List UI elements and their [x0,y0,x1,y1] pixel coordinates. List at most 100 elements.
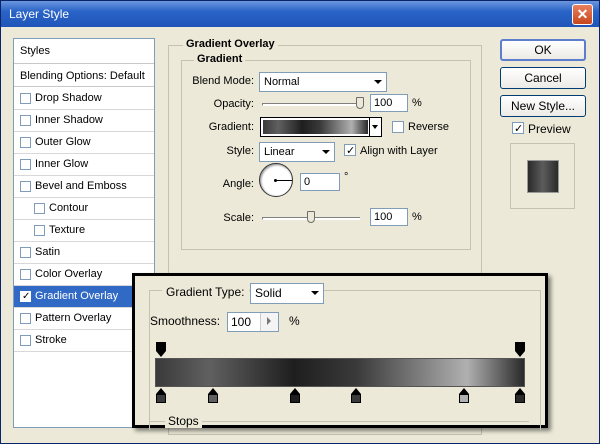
scale-label: Scale: [223,212,254,224]
blending-options-item[interactable]: Blending Options: Default [14,65,154,87]
color-stop-marker[interactable] [514,388,525,403]
color-stop-marker[interactable] [458,388,469,403]
align-with-layer-label: Align with Layer [360,145,438,157]
style-item-label: Texture [49,224,86,236]
style-item-label: Inner Shadow [35,114,103,126]
chevron-right-icon [267,317,271,325]
angle-label: Angle: [222,178,254,190]
opacity-stop-marker[interactable] [155,342,166,357]
gradient-subgroup: Gradient Blend Mode: Normal Opacity: 100… [181,53,471,250]
close-icon: ✕ [576,6,589,22]
opacity-input[interactable]: 100 [370,94,408,112]
gradient-bar[interactable] [155,358,525,387]
style-item-checkbox[interactable]: ✓ [20,291,31,302]
gradient-label: Gradient: [208,121,254,133]
style-item-checkbox[interactable] [20,335,31,346]
opacity-label: Opacity: [213,98,254,110]
style-select[interactable]: Linear [259,142,335,162]
style-item-label: Contour [49,202,89,214]
preview-checkbox[interactable]: ✓ [512,122,524,135]
stops-divider [149,421,529,422]
style-value: Linear [264,146,295,158]
blend-mode-value: Normal [264,76,300,88]
style-item-contour[interactable]: Contour [14,198,154,220]
style-item-checkbox[interactable] [20,115,31,126]
style-item-label: Bevel and Emboss [35,180,127,192]
reverse-label: Reverse [408,121,449,133]
style-item-label: Inner Glow [35,158,89,170]
angle-unit: ° [344,171,349,183]
smoothness-input[interactable]: 100 [227,312,279,332]
scale-unit: % [412,211,422,223]
scale-slider-thumb[interactable] [307,211,315,223]
style-item-inner-glow[interactable]: Inner Glow [14,154,154,176]
style-item-label: Pattern Overlay [35,312,112,324]
cancel-button[interactable]: Cancel [500,67,586,89]
color-stop-marker[interactable] [207,388,218,403]
layer-style-dialog: Layer Style ✕ Styles Blending Options: D… [0,0,600,444]
style-item-checkbox[interactable] [20,159,31,170]
gradient-swatch [263,120,368,134]
gradient-overlay-title: Gradient Overlay [183,38,278,50]
align-checkbox[interactable]: ✓ [344,144,356,157]
style-item-label: Color Overlay [35,268,103,280]
opacity-slider-thumb[interactable] [356,97,364,109]
chevron-down-icon [372,125,378,129]
opacity-unit: % [412,97,422,109]
style-item-texture[interactable]: Texture [14,220,154,242]
color-stop-marker[interactable] [290,388,301,403]
style-item-outer-glow[interactable]: Outer Glow [14,132,154,154]
preview-swatch-frame [510,143,575,209]
style-item-checkbox[interactable] [20,313,31,324]
preview-swatch [527,160,559,193]
style-item-checkbox[interactable] [20,181,31,192]
gradient-picker[interactable] [260,117,382,137]
color-stop-marker[interactable] [155,388,166,403]
style-item-inner-shadow[interactable]: Inner Shadow [14,110,154,132]
style-item-checkbox[interactable] [34,203,45,214]
opacity-stop-marker[interactable] [514,342,525,357]
scale-input[interactable]: 100 [370,208,408,226]
color-stop-marker[interactable] [351,388,362,403]
chevron-down-icon [374,80,382,84]
window-title: Layer Style [9,7,70,21]
chevron-down-icon [311,291,319,295]
angle-center [274,179,277,182]
smoothness-value: 100 [231,315,252,329]
style-item-label: Outer Glow [35,136,91,148]
ok-button[interactable]: OK [500,39,586,61]
close-button[interactable]: ✕ [572,4,593,25]
style-item-checkbox[interactable] [20,137,31,148]
style-item-label: Satin [35,246,61,258]
style-item-label: Gradient Overlay [35,290,119,302]
angle-dial[interactable] [259,163,293,197]
new-style-button[interactable]: New Style... [500,95,586,117]
style-item-checkbox[interactable] [20,247,31,258]
preview-label: Preview [528,122,571,136]
style-label: Style: [226,145,254,157]
gradient-subtitle: Gradient [194,53,246,65]
blend-mode-select[interactable]: Normal [259,72,387,92]
gradient-type-value: Solid [255,286,282,300]
gradient-dropdown-button[interactable] [369,118,381,136]
style-item-label: Drop Shadow [35,92,102,104]
style-item-checkbox[interactable] [20,269,31,280]
style-item-label: Stroke [35,334,67,346]
style-item-checkbox[interactable] [34,225,45,236]
angle-needle [275,180,292,181]
title-bar: Layer Style ✕ [1,1,599,27]
opacity-slider[interactable] [262,103,364,106]
reverse-checkbox[interactable] [392,121,404,133]
gradient-editor-callout: Gradient Type: Solid Smoothness: 100 % S… [132,273,548,430]
style-item-bevel-and-emboss[interactable]: Bevel and Emboss [14,176,154,198]
style-item-checkbox[interactable] [20,93,31,104]
gradient-type-select[interactable]: Solid [250,283,324,304]
style-item-satin[interactable]: Satin [14,242,154,264]
stops-label: Stops [165,414,202,428]
style-item-drop-shadow[interactable]: Drop Shadow [14,88,154,110]
smoothness-stepper[interactable] [260,313,278,331]
dialog-body: Styles Blending Options: Default Drop Sh… [1,27,599,443]
checkmark-icon: ✓ [346,145,356,157]
styles-header[interactable]: Styles [14,39,154,64]
angle-input[interactable]: 0 [300,173,340,191]
